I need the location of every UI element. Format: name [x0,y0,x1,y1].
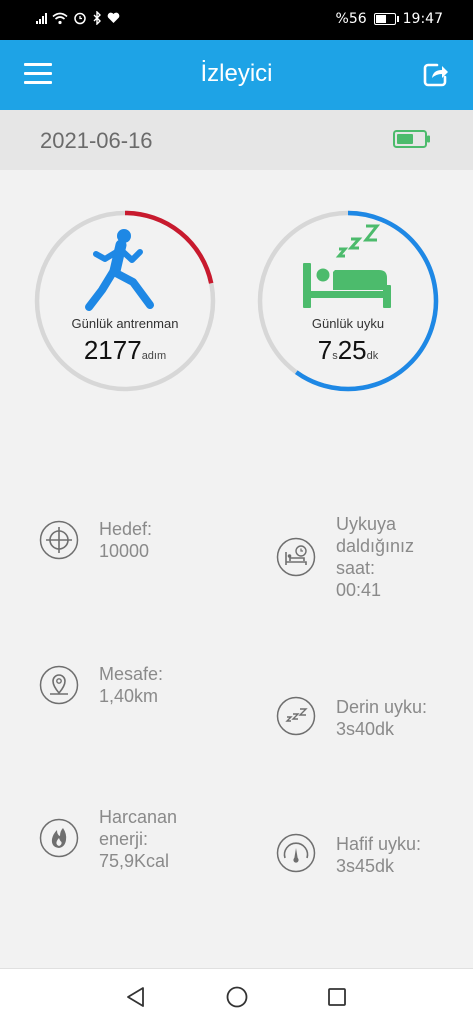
sleep-time-label-line3: saat: [336,558,376,578]
bed-icon [303,263,391,308]
light-sleep-stat: Hafif uyku: 3s45dk [276,833,421,877]
energy-stat: Harcanan enerji: 75,9Kcal [39,806,177,872]
sleep-time-label-line2: daldığınız [336,536,415,556]
device-battery-fill [397,134,413,144]
training-ring-label: Günlük antrenman [71,316,179,331]
deep-sleep-value: 3s40dk [336,719,395,739]
status-bar: %56 19:47 [0,0,473,40]
sleep-time-stat: Uykuya daldığınız saat: 00:41 [276,513,414,601]
battery-percent: %56 [335,11,367,27]
clock: 19:47 [402,11,443,27]
light-sleep-value: 3s45dk [336,856,395,876]
gauge-icon [276,833,316,873]
distance-label: Mesafe: [99,664,164,684]
light-sleep-text: Hafif uyku: 3s45dk [336,833,421,877]
nav-home-button[interactable] [225,985,249,1009]
alarm-icon [74,12,86,25]
bluetooth-icon [93,11,101,25]
share-button[interactable] [423,61,449,87]
sleep-time-value: 00:41 [336,580,382,600]
system-nav-bar [0,968,473,1025]
wifi-icon [52,12,68,24]
sleep-minutes: 25 [337,335,367,365]
status-icons-left [36,11,120,25]
home-circle-icon [226,986,248,1008]
distance-stat: Mesafe: 1,40km [39,663,163,707]
step-unit: adım [141,350,167,362]
sleep-ring-label: Günlük uyku [311,316,385,331]
zzz-icon [276,696,316,736]
cell-signal-icon [36,12,47,24]
back-triangle-icon [127,987,144,1007]
energy-label-line2: enerji: [99,829,149,849]
nav-recents-button[interactable] [325,985,349,1009]
battery-icon [373,13,399,25]
energy-label-line1: Harcanan [99,807,178,827]
distance-value: 1,40km [99,686,159,706]
sleep-ring[interactable]: Günlük uyku 7s25dk [255,208,441,394]
deep-sleep-label: Derin uyku: [336,697,428,717]
light-sleep-label: Hafif uyku: [336,834,422,854]
heart-icon [107,12,120,23]
deep-sleep-stat: Derin uyku: 3s40dk [276,696,427,740]
goal-value: 10000 [99,541,150,561]
runner-icon [85,229,154,311]
sleep-minutes-unit: dk [366,350,379,362]
nav-back-button[interactable] [124,985,148,1009]
current-date[interactable]: 2021-06-16 [40,128,153,154]
sleep-time-text: Uykuya daldığınız saat: 00:41 [336,513,414,601]
location-pin-icon [39,665,79,705]
goal-text: Hedef: 10000 [99,518,152,562]
training-ring[interactable]: Günlük antrenman 2177adım [32,208,218,394]
step-count: 2177 [83,335,142,365]
page-title: İzleyici [200,60,273,87]
goal-stat: Hedef: 10000 [39,518,152,562]
sleep-clock-icon [276,537,316,577]
sleep-hours: 7 [317,335,333,365]
device-battery-icon [393,130,430,148]
distance-text: Mesafe: 1,40km [99,663,163,707]
status-icons-right: %56 19:47 [336,11,443,27]
app-bar: İzleyici [0,40,473,110]
share-icon [423,63,448,87]
goal-label: Hedef: [99,519,153,539]
sleep-ring-value: 7s25dk [255,335,441,366]
deep-sleep-text: Derin uyku: 3s40dk [336,696,427,740]
training-ring-value: 2177adım [32,335,218,366]
recents-square-icon [328,988,346,1006]
training-ring-progress [124,210,214,284]
energy-value: 75,9Kcal [99,851,170,871]
flame-icon [39,818,79,858]
energy-text: Harcanan enerji: 75,9Kcal [99,806,177,872]
zzz-sleep-icon [335,224,381,258]
date-bar: 2021-06-16 [0,110,473,170]
sleep-time-label-line1: Uykuya [336,514,397,534]
target-icon [39,520,79,560]
battery-fill [375,15,386,23]
